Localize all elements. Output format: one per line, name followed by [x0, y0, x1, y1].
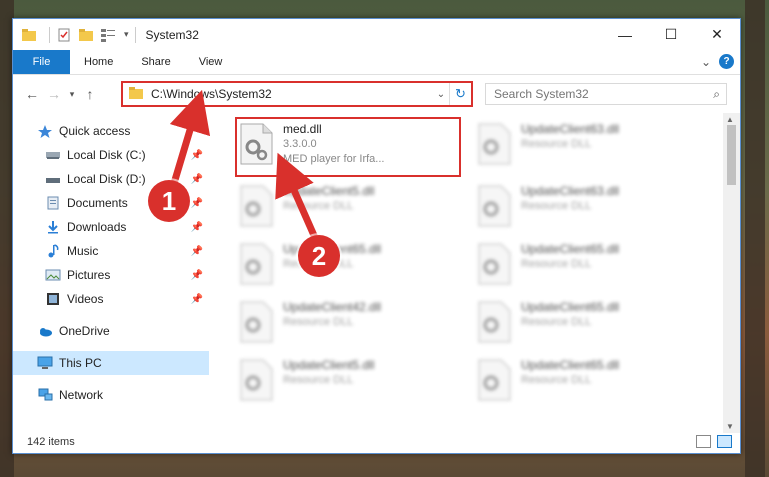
arrow-to-file	[275, 152, 320, 242]
arrow-to-address-bar	[168, 89, 211, 192]
step-1-badge: 1	[148, 180, 190, 222]
step-2-badge: 2	[298, 235, 340, 277]
annotation-arrows	[168, 89, 320, 242]
